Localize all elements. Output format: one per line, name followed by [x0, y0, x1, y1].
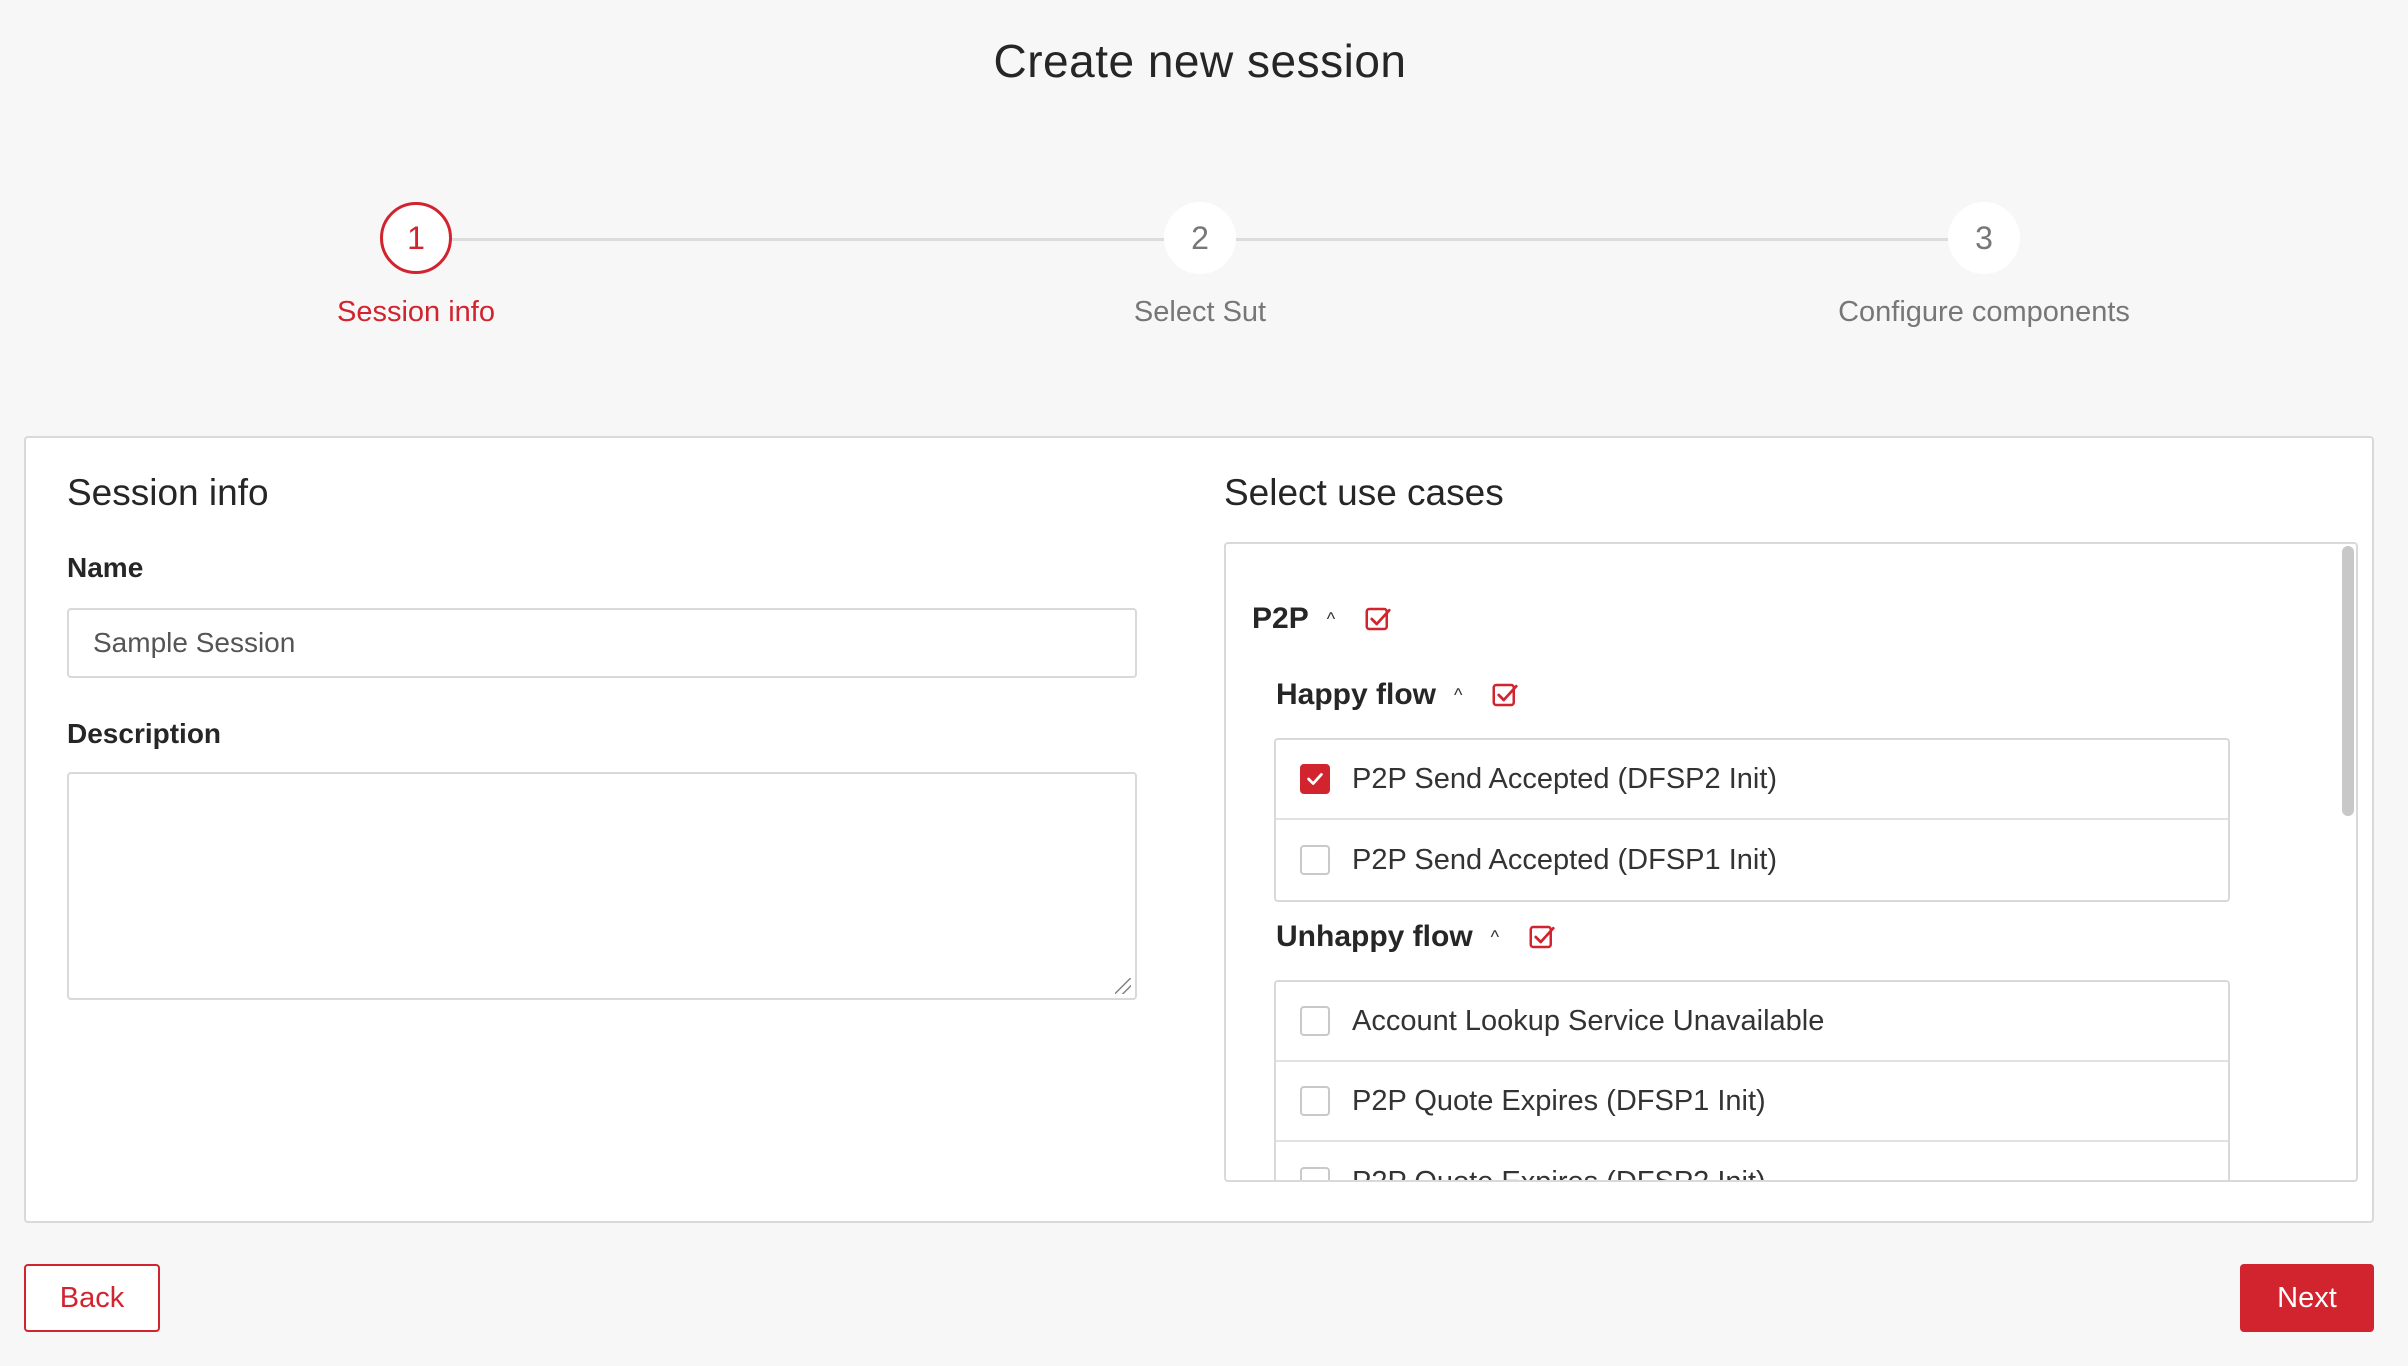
happy-flow-header[interactable]: Happy flow ^ — [1276, 678, 1520, 712]
group-p2p-label: P2P — [1252, 602, 1309, 635]
chevron-up-icon[interactable]: ^ — [1327, 609, 1335, 630]
happy-flow-list: P2P Send Accepted (DFSP2 Init) P2P Send … — [1274, 738, 2230, 902]
step-number: 2 — [1164, 202, 1236, 274]
checkbox[interactable] — [1300, 845, 1330, 875]
list-item-label: P2P Send Accepted (DFSP2 Init) — [1352, 762, 1778, 795]
unhappy-flow-label: Unhappy flow — [1276, 920, 1473, 953]
use-cases-panel: P2P ^ Happy flow ^ P2P Send Accepted (DF… — [1224, 542, 2358, 1182]
step-number: 1 — [380, 202, 452, 274]
checkbox-checked[interactable] — [1300, 764, 1330, 794]
chevron-up-icon[interactable]: ^ — [1491, 927, 1499, 948]
list-item[interactable]: Account Lookup Service Unavailable — [1276, 982, 2228, 1062]
list-item-label: P2P Send Accepted (DFSP1 Init) — [1352, 843, 1778, 876]
name-label: Name — [67, 552, 144, 583]
step-select-sut[interactable]: 2 Select Sut — [1000, 202, 1400, 329]
group-p2p-header[interactable]: P2P ^ — [1252, 602, 1393, 636]
select-all-icon[interactable] — [1363, 604, 1393, 634]
list-item-label: Account Lookup Service Unavailable — [1352, 1004, 1825, 1037]
stepper: 1 Session info 2 Select Sut 3 Configure … — [0, 202, 2400, 362]
unhappy-flow-list: Account Lookup Service Unavailable P2P Q… — [1274, 980, 2230, 1182]
step-session-info[interactable]: 1 Session info — [216, 202, 616, 329]
unhappy-flow-header[interactable]: Unhappy flow ^ — [1276, 920, 1557, 954]
list-item[interactable]: P2P Quote Expires (DFSP2 Init) — [1276, 1142, 2228, 1182]
step-label: Configure components — [1838, 296, 2130, 328]
select-all-icon[interactable] — [1527, 922, 1557, 952]
happy-flow-label: Happy flow — [1276, 678, 1437, 711]
checkbox[interactable] — [1300, 1006, 1330, 1036]
create-session-page: Create new session 1 Session info 2 Sele… — [0, 0, 2408, 1366]
use-cases-title: Select use cases — [1224, 472, 1504, 513]
next-button[interactable]: Next — [2240, 1264, 2374, 1332]
list-item[interactable]: P2P Send Accepted (DFSP2 Init) — [1276, 740, 2228, 820]
session-form-card: Session info Name Sample Session Descrip… — [24, 436, 2374, 1223]
step-label: Session info — [337, 296, 495, 328]
checkbox[interactable] — [1300, 1167, 1330, 1180]
session-info-title: Session info — [67, 472, 269, 513]
step-label: Select Sut — [1133, 296, 1267, 328]
back-button[interactable]: Back — [24, 1264, 160, 1332]
list-item[interactable]: P2P Quote Expires (DFSP1 Init) — [1276, 1062, 2228, 1142]
page-title: Create new session — [993, 35, 1407, 87]
step-configure-components[interactable]: 3 Configure components — [1784, 202, 2184, 329]
check-icon — [1307, 773, 1323, 785]
scrollbar[interactable] — [2342, 546, 2354, 816]
resize-grip-icon[interactable] — [1115, 978, 1131, 994]
name-input[interactable]: Sample Session — [67, 608, 1137, 678]
description-label: Description — [67, 718, 222, 749]
step-number: 3 — [1948, 202, 2020, 274]
description-textarea[interactable] — [67, 772, 1137, 1000]
list-item[interactable]: P2P Send Accepted (DFSP1 Init) — [1276, 820, 2228, 900]
select-all-icon[interactable] — [1490, 680, 1520, 710]
list-item-label: P2P Quote Expires (DFSP2 Init) — [1352, 1165, 1766, 1182]
list-item-label: P2P Quote Expires (DFSP1 Init) — [1352, 1084, 1766, 1117]
checkbox[interactable] — [1300, 1086, 1330, 1116]
chevron-up-icon[interactable]: ^ — [1454, 685, 1462, 706]
